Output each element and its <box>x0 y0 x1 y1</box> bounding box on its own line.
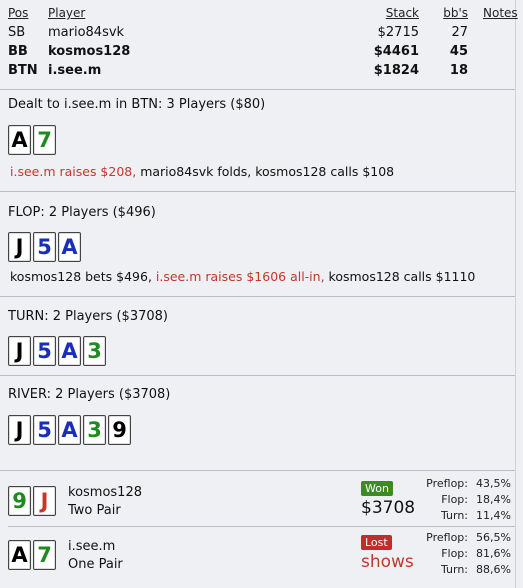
header-notes[interactable]: Notes <box>483 4 518 23</box>
player-name: mario84svk <box>48 25 125 40</box>
card: 5 <box>33 232 56 262</box>
divider <box>8 526 515 527</box>
river-title: RIVER: 2 Players ($3708) <box>8 387 171 402</box>
player-stack: $1824 <box>373 63 419 78</box>
player-row-btn[interactable]: BTN i.see.m $1824 18 <box>0 61 523 80</box>
card: 7 <box>33 540 56 570</box>
other-actions: kosmos128 calls $1110 <box>324 269 476 284</box>
player-name: i.see.m <box>48 63 102 78</box>
right-divider <box>515 0 516 588</box>
card: A <box>8 540 31 570</box>
player-row-sb[interactable]: SB mario84svk $2715 27 <box>0 23 523 42</box>
card: 7 <box>33 125 56 155</box>
players-table: Pos Player Stack bb's Notes SB mario84sv… <box>0 4 523 80</box>
won-badge: Won <box>361 481 393 496</box>
player-name: kosmos128 <box>48 44 131 59</box>
divider <box>0 296 515 297</box>
shows-label: shows <box>361 552 414 572</box>
flop-cards: J 5 A <box>8 232 81 262</box>
header-bbs[interactable]: bb's <box>443 4 468 23</box>
divider <box>0 470 515 471</box>
card: 5 <box>33 336 56 366</box>
won-amount: $3708 <box>361 498 416 518</box>
equity-value: 11,4% <box>476 509 511 522</box>
card: 9 <box>8 486 31 516</box>
card: A <box>58 336 81 366</box>
card: 5 <box>33 415 56 445</box>
equity-value: 56,5% <box>476 531 511 544</box>
lost-badge: Lost <box>361 535 392 550</box>
flop-actions: kosmos128 bets $496, i.see.m raises $160… <box>10 269 475 284</box>
player-bbs: 18 <box>449 63 468 78</box>
showdown-cards: 9 J <box>8 486 56 516</box>
other-actions: kosmos128 bets $496, <box>10 269 156 284</box>
hole-cards: A 7 <box>8 125 56 155</box>
card: A <box>58 232 81 262</box>
turn-cards: J 5 A 3 <box>8 336 106 366</box>
card: 9 <box>108 415 131 445</box>
player-bbs: 27 <box>451 25 468 40</box>
showdown-hand: One Pair <box>68 557 123 572</box>
preflop-actions: i.see.m raises $208, mario84svk folds, k… <box>10 164 394 179</box>
header-pos[interactable]: Pos <box>8 4 28 23</box>
player-pos: BTN <box>8 63 38 78</box>
showdown-cards: A 7 <box>8 540 56 570</box>
equity-value: 43,5% <box>476 477 511 490</box>
equity-label: Turn: <box>440 563 468 576</box>
showdown-player-name: i.see.m <box>68 539 116 554</box>
player-stack: $2715 <box>377 25 419 40</box>
card: 3 <box>83 415 106 445</box>
card: A <box>58 415 81 445</box>
preflop-title: Dealt to i.see.m in BTN: 3 Players ($80) <box>8 97 266 112</box>
equity-value: 18,4% <box>476 493 511 506</box>
card: A <box>8 125 31 155</box>
showdown-player-name: kosmos128 <box>68 485 142 500</box>
equity-label: Preflop: <box>426 531 468 544</box>
equity-label: Flop: <box>441 547 468 560</box>
turn-title: TURN: 2 Players ($3708) <box>8 309 168 324</box>
showdown-hand: Two Pair <box>68 503 121 518</box>
card: J <box>8 232 31 262</box>
player-stack: $4461 <box>373 44 419 59</box>
player-row-bb[interactable]: BB kosmos128 $4461 45 <box>0 42 523 61</box>
equity-value: 81,6% <box>476 547 511 560</box>
card: 3 <box>83 336 106 366</box>
divider <box>0 191 515 192</box>
card: J <box>8 415 31 445</box>
hero-action: i.see.m raises $1606 all-in, <box>155 269 325 284</box>
header-stack[interactable]: Stack <box>386 4 419 23</box>
header-player[interactable]: Player <box>48 4 85 23</box>
player-pos: BB <box>8 44 28 59</box>
card: J <box>8 336 31 366</box>
equity-label: Preflop: <box>426 477 468 490</box>
player-pos: SB <box>8 25 26 40</box>
table-header: Pos Player Stack bb's Notes <box>0 4 523 23</box>
hero-action: i.see.m raises $208, <box>10 164 137 179</box>
divider <box>0 89 515 90</box>
divider <box>0 375 515 376</box>
player-bbs: 45 <box>449 44 468 59</box>
river-cards: J 5 A 3 9 <box>8 415 131 445</box>
equity-label: Turn: <box>440 509 468 522</box>
other-actions: mario84svk folds, kosmos128 calls $108 <box>136 164 395 179</box>
flop-title: FLOP: 2 Players ($496) <box>8 205 156 220</box>
equity-value: 88,6% <box>476 563 511 576</box>
equity-label: Flop: <box>441 493 468 506</box>
card: J <box>33 486 56 516</box>
